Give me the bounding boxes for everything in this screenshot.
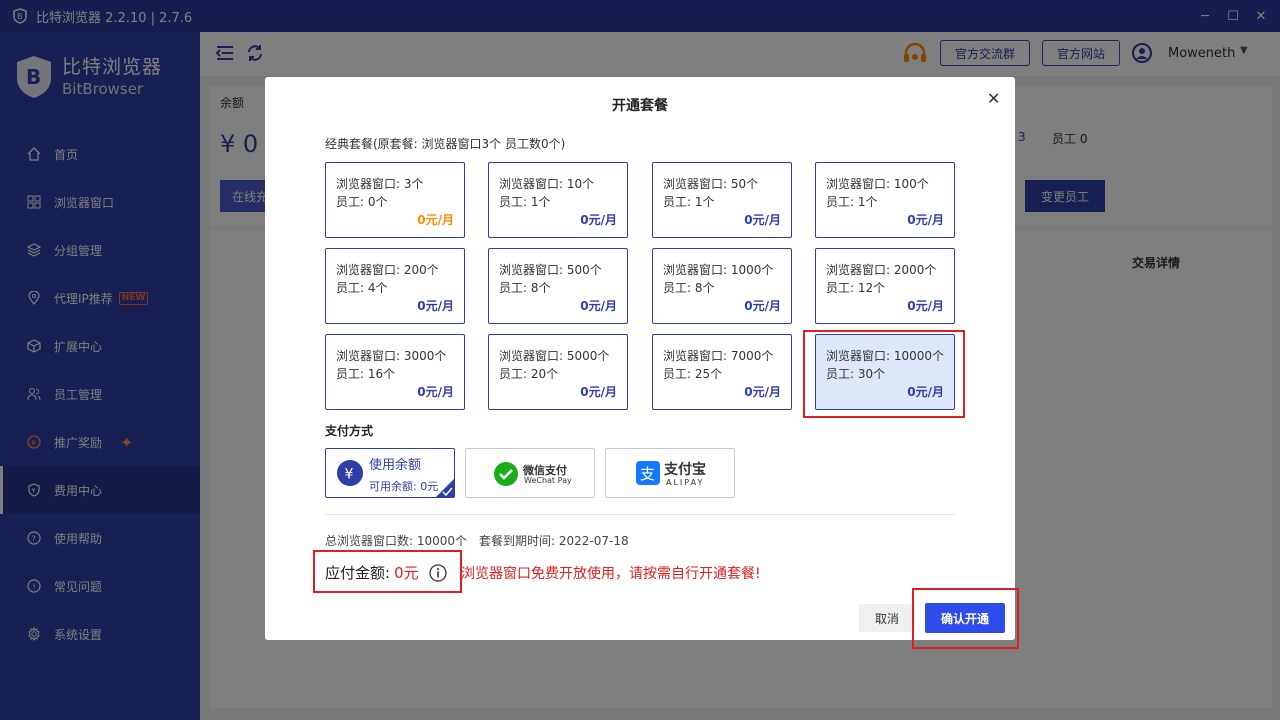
plan-price: 0元/月 (744, 213, 781, 227)
plan-price: 0元/月 (580, 213, 617, 227)
close-icon[interactable]: ✕ (987, 89, 1000, 108)
plan-staff: 员工: 1个 (499, 195, 551, 209)
open-plan-dialog: 开通套餐 ✕ 经典套餐(原套餐: 浏览器窗口3个 员工数0个) 浏览器窗口: 3… (265, 77, 1019, 649)
alipay-icon: 支 (636, 461, 660, 485)
plan-price: 0元/月 (744, 385, 781, 399)
plan-staff: 员工: 20个 (499, 367, 559, 381)
plan-staff: 员工: 16个 (336, 367, 396, 381)
plan-windows: 浏览器窗口: 7000个 (663, 349, 774, 363)
free-notice: 浏览器窗口免费开放使用，请按需自行开通套餐! (461, 566, 761, 582)
pay-wechat-option[interactable]: 微信支付 WeChat Pay (465, 448, 595, 498)
plan-card[interactable]: 浏览器窗口: 1000个 员工: 8个 0元/月 (652, 248, 792, 324)
plan-staff: 员工: 1个 (826, 195, 878, 209)
check-corner-icon (436, 479, 454, 497)
plan-windows: 浏览器窗口: 500个 (499, 263, 602, 277)
plan-card[interactable]: 浏览器窗口: 3个 员工: 0个 0元/月 (325, 162, 465, 238)
plan-price: 0元/月 (580, 299, 617, 313)
plan-staff: 员工: 1个 (663, 195, 715, 209)
plan-windows: 浏览器窗口: 100个 (826, 177, 929, 191)
alipay-cn: 支付宝 (664, 462, 706, 478)
plan-windows: 浏览器窗口: 1000个 (663, 263, 774, 277)
plan-staff: 员工: 25个 (663, 367, 723, 381)
dialog-title: 开通套餐 (612, 98, 668, 114)
plan-card[interactable]: 浏览器窗口: 3000个 员工: 16个 0元/月 (325, 334, 465, 410)
plan-price: 0元/月 (744, 299, 781, 313)
yuan-icon: ¥ (337, 460, 363, 486)
total-windows: 总浏览器窗口数: 10000个 (325, 534, 468, 548)
pay-alipay-option[interactable]: 支 支付宝 ALIPAY (605, 448, 735, 498)
plan-card[interactable]: 浏览器窗口: 7000个 员工: 25个 0元/月 (652, 334, 792, 410)
plan-price: 0元/月 (580, 385, 617, 399)
highlight-box (313, 550, 462, 593)
plan-price: 0元/月 (907, 213, 944, 227)
plan-windows: 浏览器窗口: 50个 (663, 177, 759, 191)
plan-card[interactable]: 浏览器窗口: 50个 员工: 1个 0元/月 (652, 162, 792, 238)
plan-windows: 浏览器窗口: 10个 (499, 177, 595, 191)
svg-text:支: 支 (640, 465, 655, 483)
plan-staff: 员工: 8个 (663, 281, 715, 295)
plan-windows: 浏览器窗口: 3000个 (336, 349, 447, 363)
divider (325, 514, 955, 515)
highlight-box (912, 588, 1019, 649)
plan-staff: 员工: 12个 (826, 281, 886, 295)
plan-price: 0元/月 (417, 213, 454, 227)
plan-price: 0元/月 (417, 299, 454, 313)
wechat-pay-icon (494, 462, 518, 486)
highlight-box (803, 330, 965, 418)
svg-text:¥: ¥ (345, 467, 354, 483)
payment-method-label: 支付方式 (325, 424, 374, 438)
plan-card[interactable]: 浏览器窗口: 10个 员工: 1个 0元/月 (488, 162, 628, 238)
plan-price: 0元/月 (907, 299, 944, 313)
plan-windows: 浏览器窗口: 200个 (336, 263, 439, 277)
plan-windows: 浏览器窗口: 2000个 (826, 263, 937, 277)
plan-card[interactable]: 浏览器窗口: 5000个 员工: 20个 0元/月 (488, 334, 628, 410)
plan-card[interactable]: 浏览器窗口: 500个 员工: 8个 0元/月 (488, 248, 628, 324)
plan-card[interactable]: 浏览器窗口: 200个 员工: 4个 0元/月 (325, 248, 465, 324)
pay-balance-title: 使用余额 (369, 458, 422, 473)
alipay-en: ALIPAY (666, 478, 705, 487)
expire-date: 套餐到期时间: 2022-07-18 (479, 534, 629, 548)
pay-balance-sub: 可用余额: 0元 (369, 480, 439, 493)
plan-windows: 浏览器窗口: 5000个 (499, 349, 610, 363)
classic-plan-label: 经典套餐(原套餐: 浏览器窗口3个 员工数0个) (325, 137, 566, 151)
wechat-pay-en: WeChat Pay (524, 476, 572, 485)
plan-windows: 浏览器窗口: 3个 (336, 177, 424, 191)
plan-staff: 员工: 8个 (499, 281, 551, 295)
cancel-button[interactable]: 取消 (859, 604, 915, 632)
plan-card[interactable]: 浏览器窗口: 100个 员工: 1个 0元/月 (815, 162, 955, 238)
plan-card[interactable]: 浏览器窗口: 2000个 员工: 12个 0元/月 (815, 248, 955, 324)
plan-staff: 员工: 4个 (336, 281, 388, 295)
plan-price: 0元/月 (417, 385, 454, 399)
pay-balance-option[interactable]: ¥ 使用余额 可用余额: 0元 (325, 448, 455, 498)
plan-staff: 员工: 0个 (336, 195, 388, 209)
